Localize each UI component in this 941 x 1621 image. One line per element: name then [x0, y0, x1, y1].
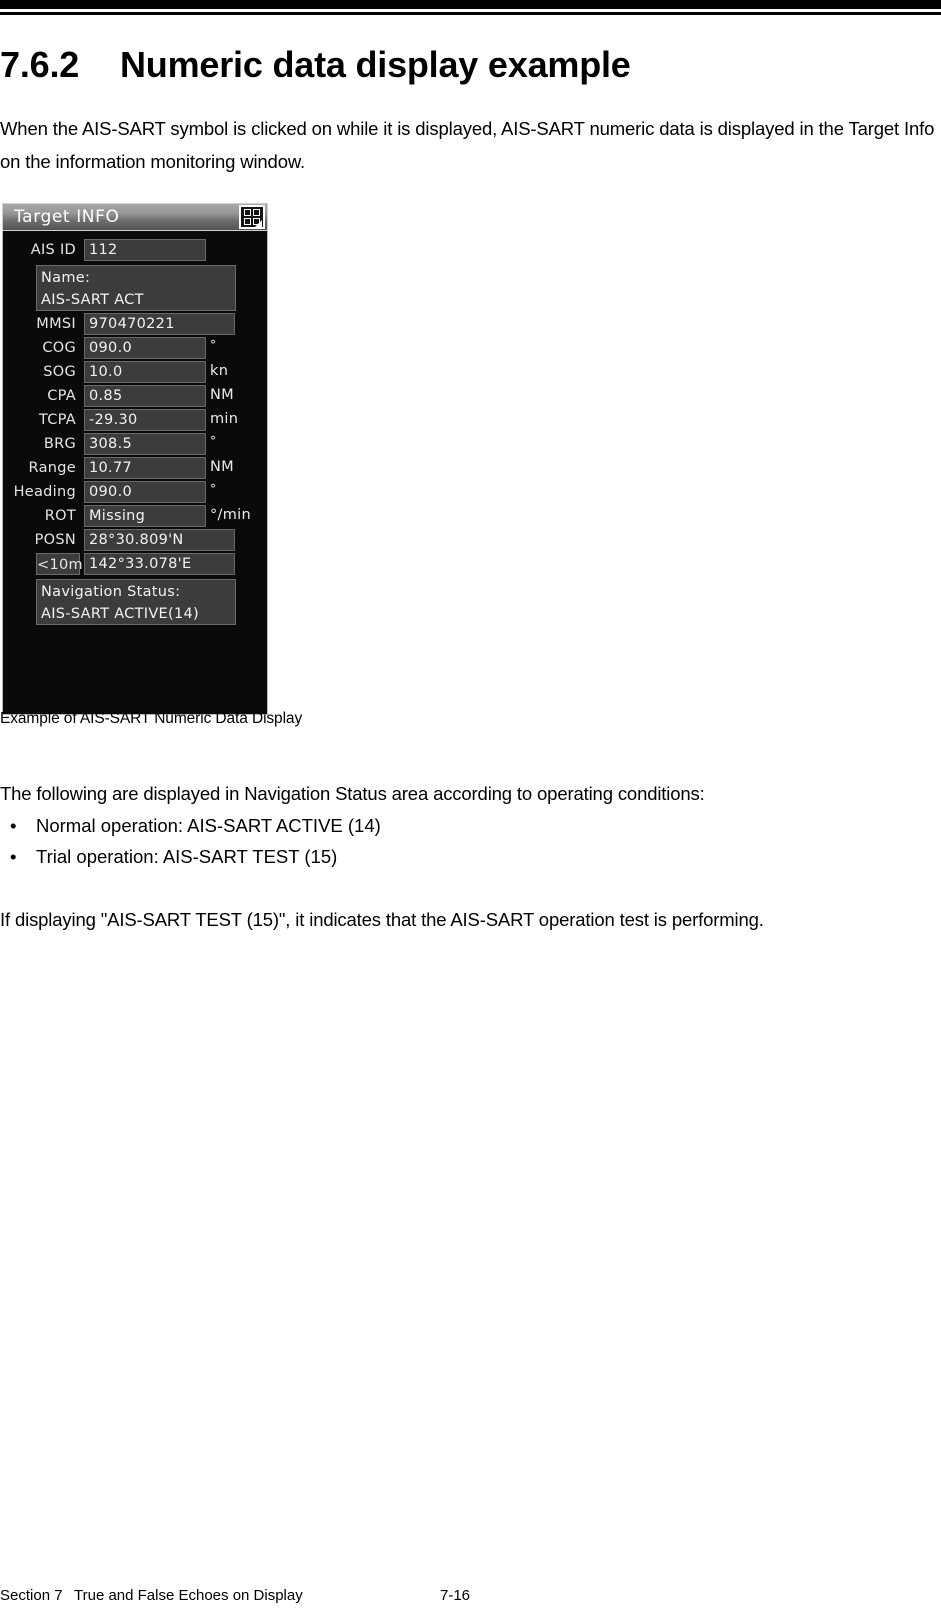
field-box-name[interactable]: Name: AIS-SART ACT — [36, 265, 236, 311]
bullet-marker-icon: • — [10, 815, 17, 836]
footer-page-number: 7-16 — [440, 1587, 471, 1604]
field-label-heading: Heading — [13, 484, 76, 500]
footer-section-title: True and False Echoes on Display — [74, 1587, 303, 1604]
field-row-ais-id: AIS ID 112 — [3, 239, 267, 263]
field-label-rot: ROT — [44, 508, 76, 524]
grid-cell-3 — [244, 218, 251, 225]
field-unit-cog: ° — [210, 338, 217, 352]
field-label-cog: COG — [42, 340, 76, 356]
field-row-tcpa: TCPA -29.30 min — [3, 409, 267, 433]
field-unit-rot: °/min — [210, 507, 251, 523]
field-row-cog: COG 090.0 ° — [3, 337, 267, 361]
navigation-status-bullet-list: • Normal operation: AIS-SART ACTIVE (14)… — [0, 810, 800, 872]
field-label-sog: SOG — [43, 364, 76, 380]
section-title-text: Numeric data display example — [120, 44, 631, 85]
field-label-tcpa: TCPA — [38, 412, 76, 428]
field-row-cpa: CPA 0.85 NM — [3, 385, 267, 409]
field-value-cog[interactable]: 090.0 — [84, 337, 206, 359]
field-value-navigation-status: AIS-SART ACTIVE(14) — [41, 606, 199, 622]
field-label-posn: POSN — [34, 532, 76, 548]
intro-paragraph: When the AIS-SART symbol is clicked on w… — [0, 118, 935, 172]
final-paragraph: If displaying "AIS-SART TEST (15)", it i… — [0, 909, 764, 930]
field-unit-sog: kn — [210, 363, 229, 379]
field-unit-range: NM — [210, 459, 234, 475]
field-row-posn: POSN 28°30.809'N — [3, 529, 267, 553]
target-info-fields: AIS ID 112 Name: AIS-SART ACT MMSI 97047… — [3, 203, 267, 714]
field-value-posn-latitude[interactable]: 28°30.809'N — [84, 529, 235, 551]
field-label-navigation-status: Navigation Status: — [41, 584, 181, 600]
field-value-sog[interactable]: 10.0 — [84, 361, 206, 383]
field-value-name: AIS-SART ACT — [41, 292, 144, 308]
field-label-brg: BRG — [43, 436, 76, 452]
footer-section: Section 7 — [0, 1587, 63, 1604]
field-label-range: Range — [28, 460, 76, 476]
field-label-name: Name: — [41, 270, 91, 286]
page-top-black-bar — [0, 0, 941, 9]
field-label-position-accuracy: <10m — [36, 553, 83, 575]
resize-corner-icon — [254, 220, 262, 228]
field-label-mmsi: MMSI — [36, 316, 76, 332]
page-header-rule — [0, 12, 941, 15]
field-unit-tcpa: min — [210, 411, 239, 427]
field-label-ais-id: AIS ID — [30, 242, 76, 258]
grid-cell-1 — [244, 209, 251, 216]
field-row-range: Range 10.77 NM — [3, 457, 267, 481]
list-item: • Normal operation: AIS-SART ACTIVE (14) — [0, 810, 800, 841]
field-unit-heading: ° — [210, 482, 217, 496]
field-value-cpa[interactable]: 0.85 — [84, 385, 206, 407]
grid-cell-2 — [253, 209, 260, 216]
section-number: 7.6.2 — [0, 44, 80, 85]
field-unit-cpa: NM — [210, 387, 234, 403]
field-value-tcpa[interactable]: -29.30 — [84, 409, 206, 431]
target-info-panel: AIS ID 112 Name: AIS-SART ACT MMSI 97047… — [2, 203, 268, 715]
field-value-mmsi[interactable]: 970470221 — [84, 313, 235, 335]
field-value-posn-longitude[interactable]: 142°33.078'E — [84, 553, 235, 575]
navigation-status-intro-paragraph: The following are displayed in Navigatio… — [0, 783, 705, 804]
field-value-range[interactable]: 10.77 — [84, 457, 206, 479]
field-box-navigation-status[interactable]: Navigation Status: AIS-SART ACTIVE(14) — [36, 579, 236, 625]
field-row-posn-accuracy: <10m 142°33.078'E — [3, 553, 267, 577]
list-item-label: Trial operation: AIS-SART TEST (15) — [36, 846, 338, 867]
target-info-title: Target INFO — [14, 207, 120, 227]
grid-2x2-icon[interactable] — [239, 205, 265, 229]
field-value-heading[interactable]: 090.0 — [84, 481, 206, 503]
field-value-rot[interactable]: Missing — [84, 505, 206, 527]
target-info-titlebar: Target INFO — [2, 203, 268, 231]
list-item-label: Normal operation: AIS-SART ACTIVE (14) — [36, 815, 381, 836]
field-unit-brg: ° — [210, 434, 217, 448]
bullet-marker-icon: • — [10, 846, 17, 867]
field-row-heading: Heading 090.0 ° — [3, 481, 267, 505]
field-label-cpa: CPA — [47, 388, 76, 404]
page-title: 7.6.2 Numeric data display example — [0, 44, 900, 86]
list-item: • Trial operation: AIS-SART TEST (15) — [0, 841, 800, 872]
field-value-brg[interactable]: 308.5 — [84, 433, 206, 455]
field-row-sog: SOG 10.0 kn — [3, 361, 267, 385]
field-row-brg: BRG 308.5 ° — [3, 433, 267, 457]
field-value-ais-id[interactable]: 112 — [84, 239, 206, 261]
figure-caption: Example of AIS-SART Numeric Data Display — [0, 710, 303, 727]
field-row-rot: ROT Missing °/min — [3, 505, 267, 529]
field-row-mmsi: MMSI 970470221 — [3, 313, 267, 337]
